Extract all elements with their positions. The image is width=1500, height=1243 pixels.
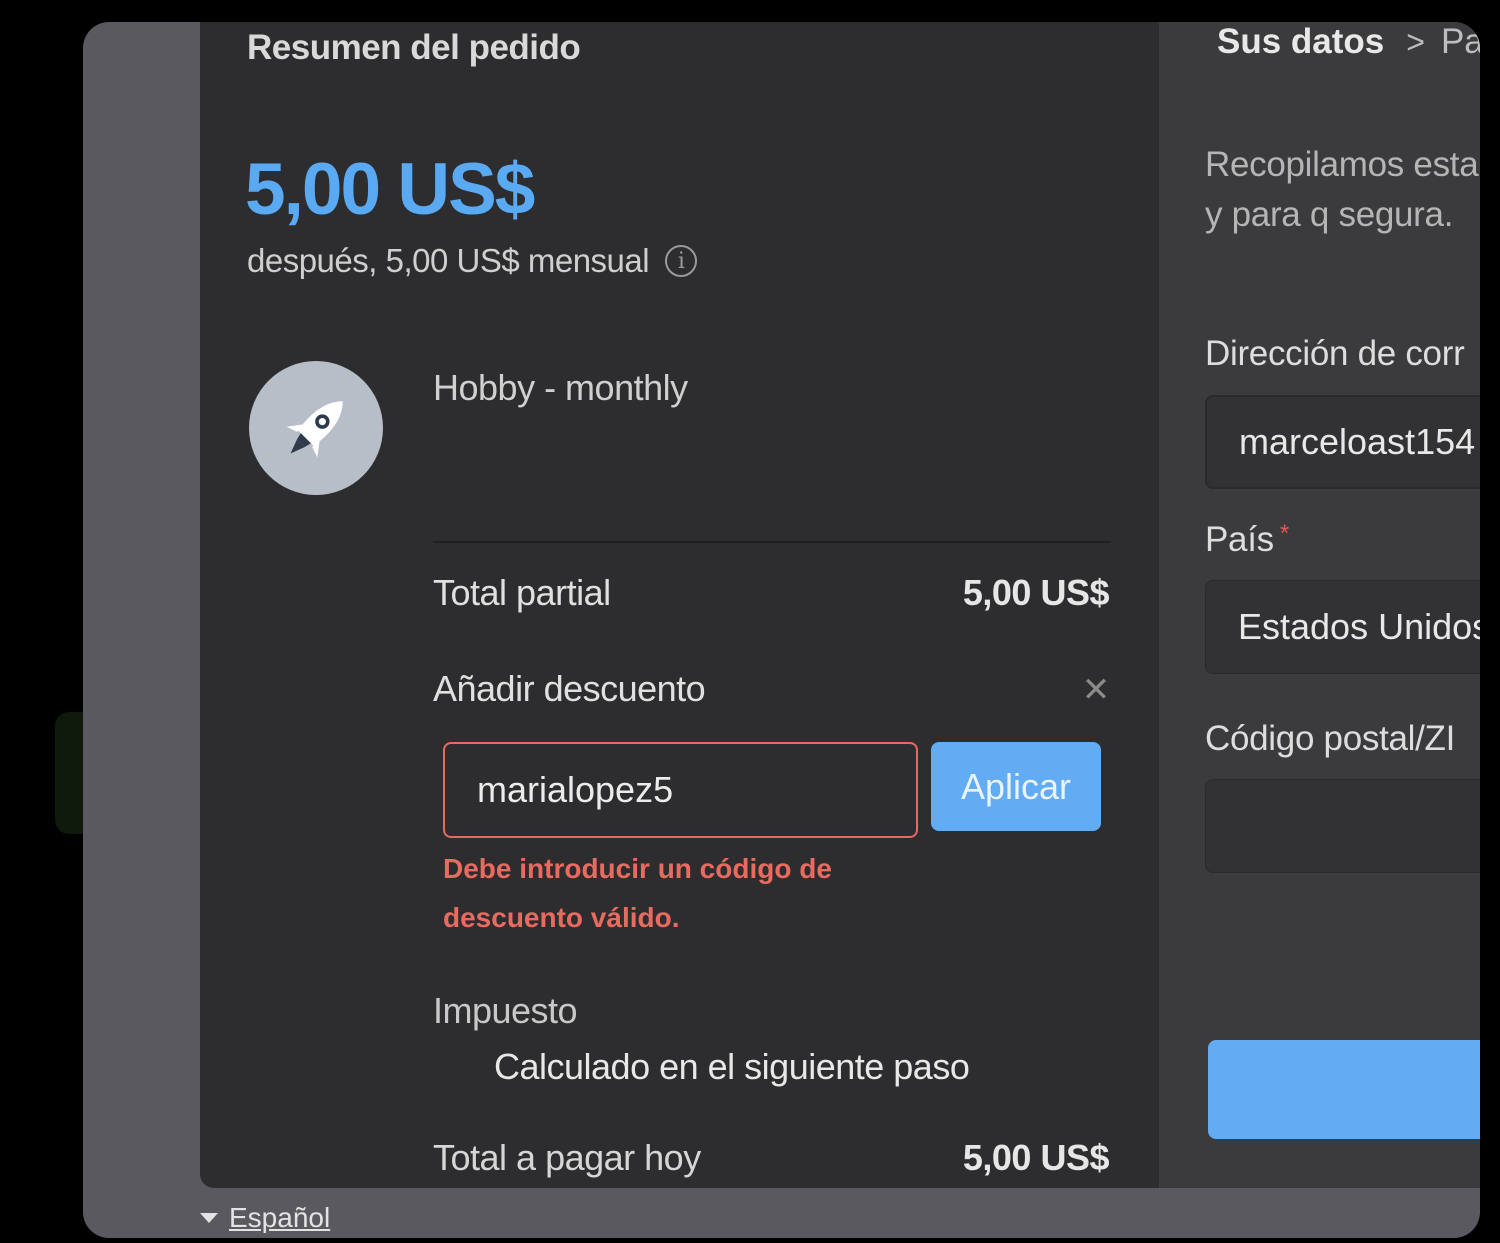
discount-label: Añadir descuento [433,668,706,709]
required-marker: * [1279,520,1289,547]
rocket-icon [286,401,343,458]
zip-field[interactable] [1205,779,1480,873]
subtotal-value: 5,00 US$ [962,572,1110,613]
product-avatar [249,361,383,495]
language-selector[interactable]: Español [200,1202,330,1234]
caret-down-icon [200,1213,218,1223]
tax-note: Calculado en el siguiente paso [494,1046,970,1087]
apply-discount-button[interactable]: Aplicar [931,742,1101,831]
breadcrumb-separator: > [1406,23,1425,60]
country-label-text: País [1205,520,1274,559]
continue-button[interactable] [1208,1040,1480,1139]
divider [433,541,1111,543]
zip-label: Código postal/ZI [1205,719,1456,758]
price-amount: 5,00 US$ [245,149,535,230]
email-value: marceloast154 [1239,421,1476,462]
email-field[interactable]: marceloast154 [1205,395,1480,489]
info-icon[interactable]: i [665,245,698,277]
total-value: 5,00 US$ [962,1137,1110,1178]
discount-error-message: Debe introducir un código de descuento v… [443,853,832,933]
close-icon[interactable]: ✕ [1080,673,1112,707]
price-recurring-text: después, 5,00 US$ mensual [247,242,650,279]
price-recurring-note: después, 5,00 US$ mensual i [247,242,698,280]
product-name: Hobby - monthly [433,367,688,408]
country-select[interactable]: Estados Unidos [1205,580,1480,674]
summary-title: Resumen del pedido [247,28,581,67]
language-link[interactable]: Español [229,1202,330,1234]
tax-label: Impuesto [433,990,578,1031]
checkout-window: Resumen del pedido 5,00 US$ después, 5,0… [83,22,1480,1238]
breadcrumb: Sus datos > Pa [1217,22,1480,62]
customer-details-panel: Sus datos > Pa Recopilamos esta el fraud… [1159,22,1480,1188]
discount-code-input[interactable] [443,742,918,838]
subtotal-label: Total partial [433,572,611,613]
breadcrumb-next-step[interactable]: Pa [1441,22,1480,62]
country-label: País * [1205,520,1289,560]
breadcrumb-current: Sus datos [1217,22,1385,61]
email-label: Dirección de corr [1205,334,1465,373]
intro-text: Recopilamos esta el fraude y para q segu… [1205,145,1480,234]
order-summary-panel: Resumen del pedido 5,00 US$ después, 5,0… [200,22,1159,1188]
total-label: Total a pagar hoy [433,1137,701,1178]
country-value: Estados Unidos [1238,606,1480,647]
